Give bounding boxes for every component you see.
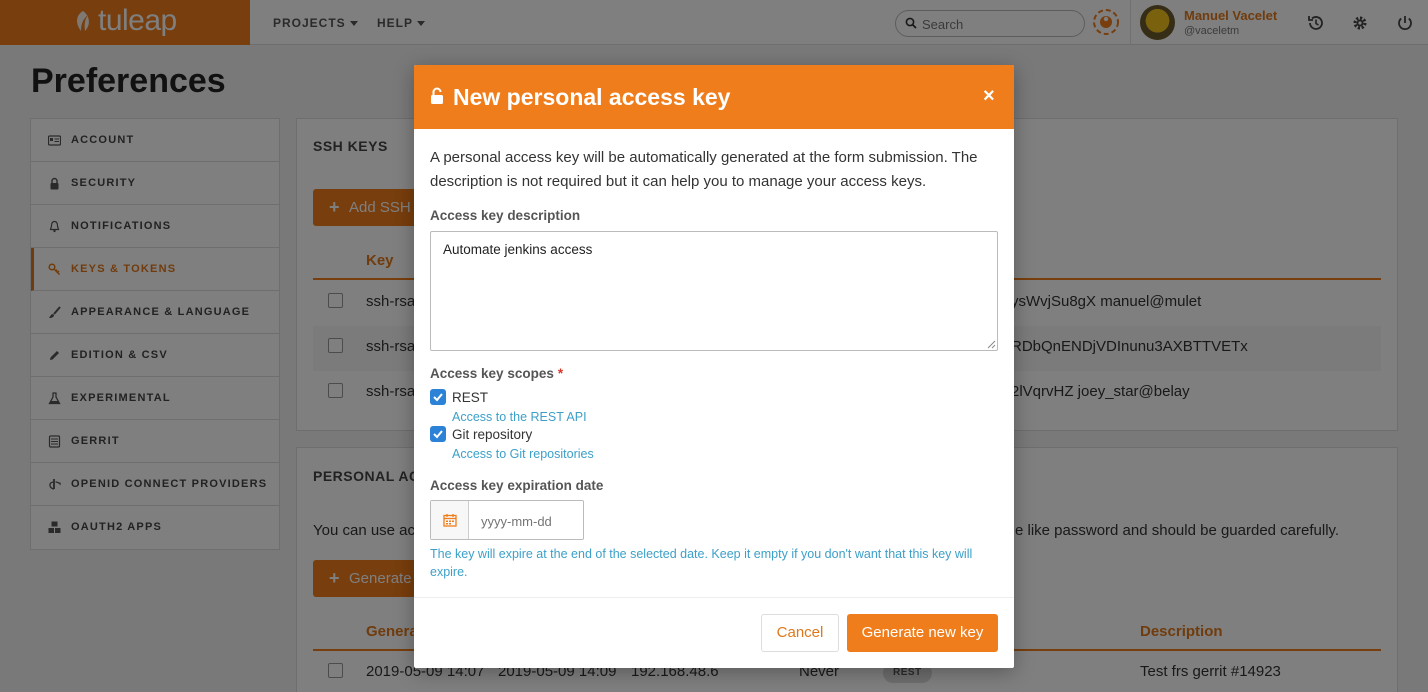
resize-grip-icon[interactable]	[986, 339, 996, 349]
expiration-date-input[interactable]	[481, 512, 581, 530]
check-icon	[433, 393, 443, 402]
rest-scope-checkbox[interactable]	[430, 389, 446, 405]
expiration-label: Access key expiration date	[430, 478, 604, 493]
modal-title: New personal access key	[453, 84, 731, 110]
expiration-help-text: The key will expire at the end of the se…	[430, 547, 973, 579]
scopes-label: Access key scopes *	[430, 366, 563, 381]
cancel-button[interactable]: Cancel	[761, 614, 839, 652]
rest-scope-help: Access to the REST API	[452, 410, 587, 424]
access-key-description-textarea[interactable]: Automate jenkins access	[430, 231, 998, 351]
description-label: Access key description	[430, 208, 581, 223]
required-marker: *	[557, 366, 564, 381]
modal-header: New personal access key ×	[414, 65, 1014, 129]
check-icon	[433, 430, 443, 439]
date-picker-addon[interactable]	[431, 501, 469, 539]
modal-footer-divider	[414, 597, 1014, 598]
modal-intro-text: A personal access key will be automatica…	[430, 149, 978, 190]
new-access-key-modal: New personal access key × A personal acc…	[414, 65, 1014, 668]
unlock-icon	[431, 87, 443, 104]
git-scope-help: Access to Git repositories	[452, 447, 594, 461]
close-icon[interactable]: ×	[983, 85, 995, 108]
scopes-label-text: Access key scopes	[430, 366, 554, 381]
expiration-date-field	[430, 500, 584, 540]
rest-scope-label[interactable]: REST	[452, 390, 488, 405]
git-scope-label[interactable]: Git repository	[452, 427, 532, 442]
generate-new-key-button[interactable]: Generate new key	[847, 614, 998, 652]
git-scope-checkbox[interactable]	[430, 426, 446, 442]
calendar-icon	[443, 514, 457, 527]
